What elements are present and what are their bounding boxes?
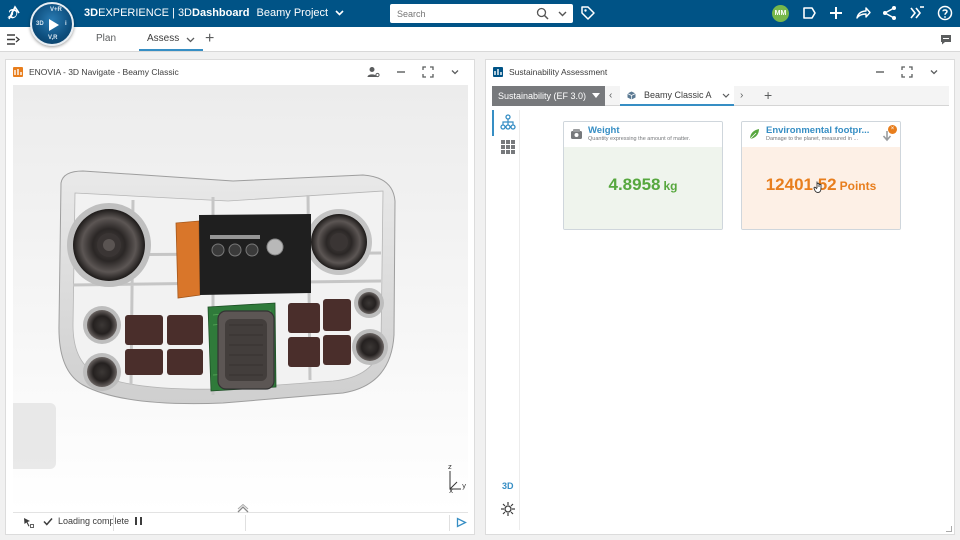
help-icon[interactable]	[937, 5, 953, 21]
select-cursor-icon[interactable]	[23, 517, 35, 529]
search-icon[interactable]	[536, 7, 549, 20]
sidebar-toggle-icon[interactable]	[6, 33, 20, 46]
search-input[interactable]	[390, 5, 530, 22]
speaker-3d-model[interactable]	[13, 85, 468, 512]
viewer-status-bar: Loading complete	[13, 504, 468, 532]
tab-product[interactable]: Beamy Classic A	[620, 86, 734, 106]
tab-menu-chevron-icon[interactable]	[186, 37, 195, 43]
weight-value: 4.8958 kg	[608, 175, 678, 194]
tab-assess[interactable]: Assess	[147, 33, 179, 44]
card-title: Weight	[588, 125, 620, 136]
structure-tree-icon[interactable]	[500, 114, 516, 130]
chat-icon[interactable]	[940, 34, 952, 45]
dassault-logo-icon[interactable]: 𝔇	[6, 4, 24, 22]
expand-toolbar-caret-icon[interactable]	[235, 504, 251, 514]
maximize-icon[interactable]	[900, 65, 914, 79]
tab-plan[interactable]: Plan	[96, 33, 116, 44]
active-rail-indicator	[492, 110, 494, 136]
dropdown-triangle-icon	[592, 93, 600, 98]
play-icon	[49, 19, 59, 31]
svg-text:z: z	[448, 463, 452, 471]
add-tab-button[interactable]: +	[764, 87, 772, 103]
user-settings-icon[interactable]	[366, 65, 380, 79]
alert-badge-icon: ×	[888, 125, 897, 134]
loading-status-text: Loading complete	[58, 516, 130, 526]
card-body: 4.8958 kg	[564, 147, 722, 229]
user-avatar[interactable]: MM	[772, 5, 789, 22]
share-forward-icon[interactable]	[855, 5, 871, 21]
loading-status: Loading complete	[43, 516, 143, 526]
pause-icon[interactable]	[135, 517, 143, 525]
3d-viewer-canvas[interactable]: z x y	[13, 85, 468, 512]
enovia-app-icon	[13, 67, 23, 77]
scale-weight-icon	[571, 129, 582, 139]
apps-compass-icon[interactable]	[909, 5, 925, 21]
weight-card[interactable]: Weight Quantity expressing the amount of…	[563, 121, 723, 230]
status-divider	[449, 515, 450, 531]
minimize-icon[interactable]	[873, 65, 887, 79]
widget-header: Sustainability Assessment	[486, 60, 954, 84]
card-subtitle: Quantity expressing the amount of matter…	[588, 136, 691, 142]
method-select[interactable]: Sustainability (EF 3.0)	[492, 86, 605, 106]
add-icon[interactable]	[828, 5, 844, 21]
tag-icon[interactable]	[580, 5, 596, 21]
3d-view-toggle[interactable]: 3D	[502, 481, 514, 491]
share-network-icon[interactable]	[882, 5, 898, 21]
resize-grip-icon[interactable]	[946, 526, 952, 532]
widget-title: ENOVIA - 3D Navigate - Beamy Classic	[29, 67, 179, 77]
notifications-icon[interactable]	[801, 5, 817, 21]
search-options-chevron-icon[interactable]	[558, 11, 567, 17]
card-header: Weight Quantity expressing the amount of…	[564, 122, 722, 147]
status-divider	[245, 515, 246, 531]
widget-header: ENOVIA - 3D Navigate - Beamy Classic	[6, 60, 474, 84]
card-subtitle: Damage to the planet, measured in ...	[766, 136, 859, 142]
add-tab-button[interactable]: +	[205, 30, 214, 48]
sustainability-widget: Sustainability Assessment Sustainability…	[485, 59, 955, 535]
widget-title: Sustainability Assessment	[509, 67, 608, 77]
assessment-side-rail: 3D	[492, 110, 520, 530]
widget-menu-chevron-icon[interactable]	[927, 65, 941, 79]
project-name[interactable]: Beamy Project	[257, 7, 329, 19]
svg-text:x: x	[449, 487, 453, 493]
maximize-icon[interactable]	[421, 65, 435, 79]
sustainability-app-icon	[493, 67, 503, 77]
view-mode-icon[interactable]	[456, 517, 467, 528]
checkmark-icon	[43, 517, 53, 526]
product-cube-icon	[627, 91, 636, 100]
minimize-icon[interactable]	[394, 65, 408, 79]
prev-tab-chevron-icon[interactable]: ‹	[609, 90, 612, 101]
chevron-down-icon[interactable]	[335, 8, 344, 18]
dashboard-tab-bar: Plan Assess +	[0, 27, 960, 52]
svg-text:y: y	[462, 482, 466, 490]
top-bar: 𝔇 3DEXPERIENCE | 3DDashboard Beamy Proje…	[0, 0, 960, 27]
axis-triad: z x y	[448, 463, 466, 493]
chevron-down-icon[interactable]	[722, 93, 730, 99]
platform-brand: 3DEXPERIENCE | 3DDashboard Beamy Project	[84, 7, 344, 19]
card-title: Environmental footpr...	[766, 125, 870, 136]
mouse-cursor-icon	[813, 181, 822, 193]
compass-widget[interactable]: V+R 3D i V,R	[30, 2, 74, 46]
settings-analysis-icon[interactable]	[500, 501, 516, 517]
grid-view-icon[interactable]	[500, 139, 516, 155]
leaf-footprint-icon	[749, 129, 759, 140]
next-tab-chevron-icon[interactable]: ›	[740, 90, 743, 101]
status-divider	[113, 515, 114, 531]
card-header: Environmental footpr... Damage to the pl…	[742, 122, 900, 147]
assessment-ribbon: Sustainability (EF 3.0) ‹ Beamy Classic …	[492, 86, 949, 106]
navigate-widget: ENOVIA - 3D Navigate - Beamy Classic z x…	[5, 59, 475, 535]
active-tab-indicator	[139, 49, 203, 51]
widget-menu-chevron-icon[interactable]	[448, 65, 462, 79]
environmental-footprint-card[interactable]: Environmental footpr... Damage to the pl…	[741, 121, 901, 230]
search-box	[390, 4, 573, 23]
